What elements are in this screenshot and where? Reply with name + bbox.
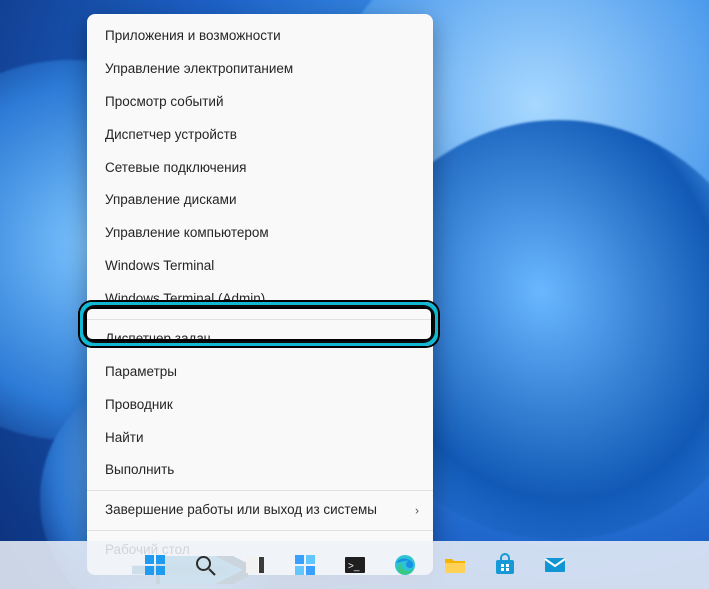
desktop: Приложения и возможности Управление элек…	[0, 0, 709, 589]
search-icon	[193, 553, 217, 577]
menu-separator	[87, 490, 433, 491]
taskview-icon	[243, 553, 267, 577]
terminal-button[interactable]: >_	[341, 551, 369, 579]
menu-item-network-connections[interactable]: Сетевые подключения	[87, 152, 433, 185]
menu-item-label: Управление дисками	[105, 192, 237, 207]
menu-item-windows-terminal-admin[interactable]: Windows Terminal (Admin)	[87, 283, 433, 316]
menu-item-label: Проводник	[105, 397, 173, 412]
chevron-right-icon: ›	[415, 503, 419, 518]
menu-item-label: Найти	[105, 430, 144, 445]
mail-button[interactable]	[541, 551, 569, 579]
folder-icon	[443, 553, 467, 577]
explorer-button[interactable]	[441, 551, 469, 579]
menu-item-label: Завершение работы или выход из системы	[105, 502, 377, 517]
menu-item-label: Windows Terminal	[105, 258, 214, 273]
edge-button[interactable]	[391, 551, 419, 579]
menu-item-run[interactable]: Выполнить	[87, 454, 433, 487]
menu-item-shutdown-or-signout[interactable]: Завершение работы или выход из системы ›	[87, 494, 433, 527]
menu-item-label: Приложения и возможности	[105, 28, 281, 43]
menu-item-device-manager[interactable]: Диспетчер устройств	[87, 119, 433, 152]
widgets-icon	[293, 553, 317, 577]
menu-item-computer-management[interactable]: Управление компьютером	[87, 217, 433, 250]
menu-item-label: Диспетчер устройств	[105, 127, 237, 142]
menu-separator	[87, 530, 433, 531]
menu-item-label: Управление компьютером	[105, 225, 269, 240]
menu-item-windows-terminal[interactable]: Windows Terminal	[87, 250, 433, 283]
menu-item-task-manager[interactable]: Диспетчер задач	[87, 323, 433, 356]
terminal-icon: >_	[343, 553, 367, 577]
menu-item-label: Выполнить	[105, 462, 174, 477]
mail-icon	[543, 553, 567, 577]
windows-icon	[143, 553, 167, 577]
menu-item-label: Просмотр событий	[105, 94, 224, 109]
menu-item-file-explorer[interactable]: Проводник	[87, 389, 433, 422]
menu-item-settings[interactable]: Параметры	[87, 356, 433, 389]
menu-item-search[interactable]: Найти	[87, 422, 433, 455]
menu-item-label: Диспетчер задач	[105, 331, 211, 346]
edge-icon	[393, 553, 417, 577]
menu-item-label: Сетевые подключения	[105, 160, 247, 175]
widgets-button[interactable]	[291, 551, 319, 579]
menu-item-disk-management[interactable]: Управление дисками	[87, 184, 433, 217]
start-button[interactable]	[141, 551, 169, 579]
menu-item-power-options[interactable]: Управление электропитанием	[87, 53, 433, 86]
menu-separator	[87, 319, 433, 320]
search-button[interactable]	[191, 551, 219, 579]
menu-item-apps-and-features[interactable]: Приложения и возможности	[87, 20, 433, 53]
menu-item-label: Параметры	[105, 364, 177, 379]
menu-item-label: Управление электропитанием	[105, 61, 293, 76]
winx-context-menu: Приложения и возможности Управление элек…	[87, 14, 433, 575]
svg-text:>_: >_	[348, 561, 360, 572]
store-icon	[493, 553, 517, 577]
menu-item-label: Windows Terminal (Admin)	[105, 291, 265, 306]
taskbar: >_	[0, 541, 709, 589]
menu-item-event-viewer[interactable]: Просмотр событий	[87, 86, 433, 119]
store-button[interactable]	[491, 551, 519, 579]
task-view-button[interactable]	[241, 551, 269, 579]
